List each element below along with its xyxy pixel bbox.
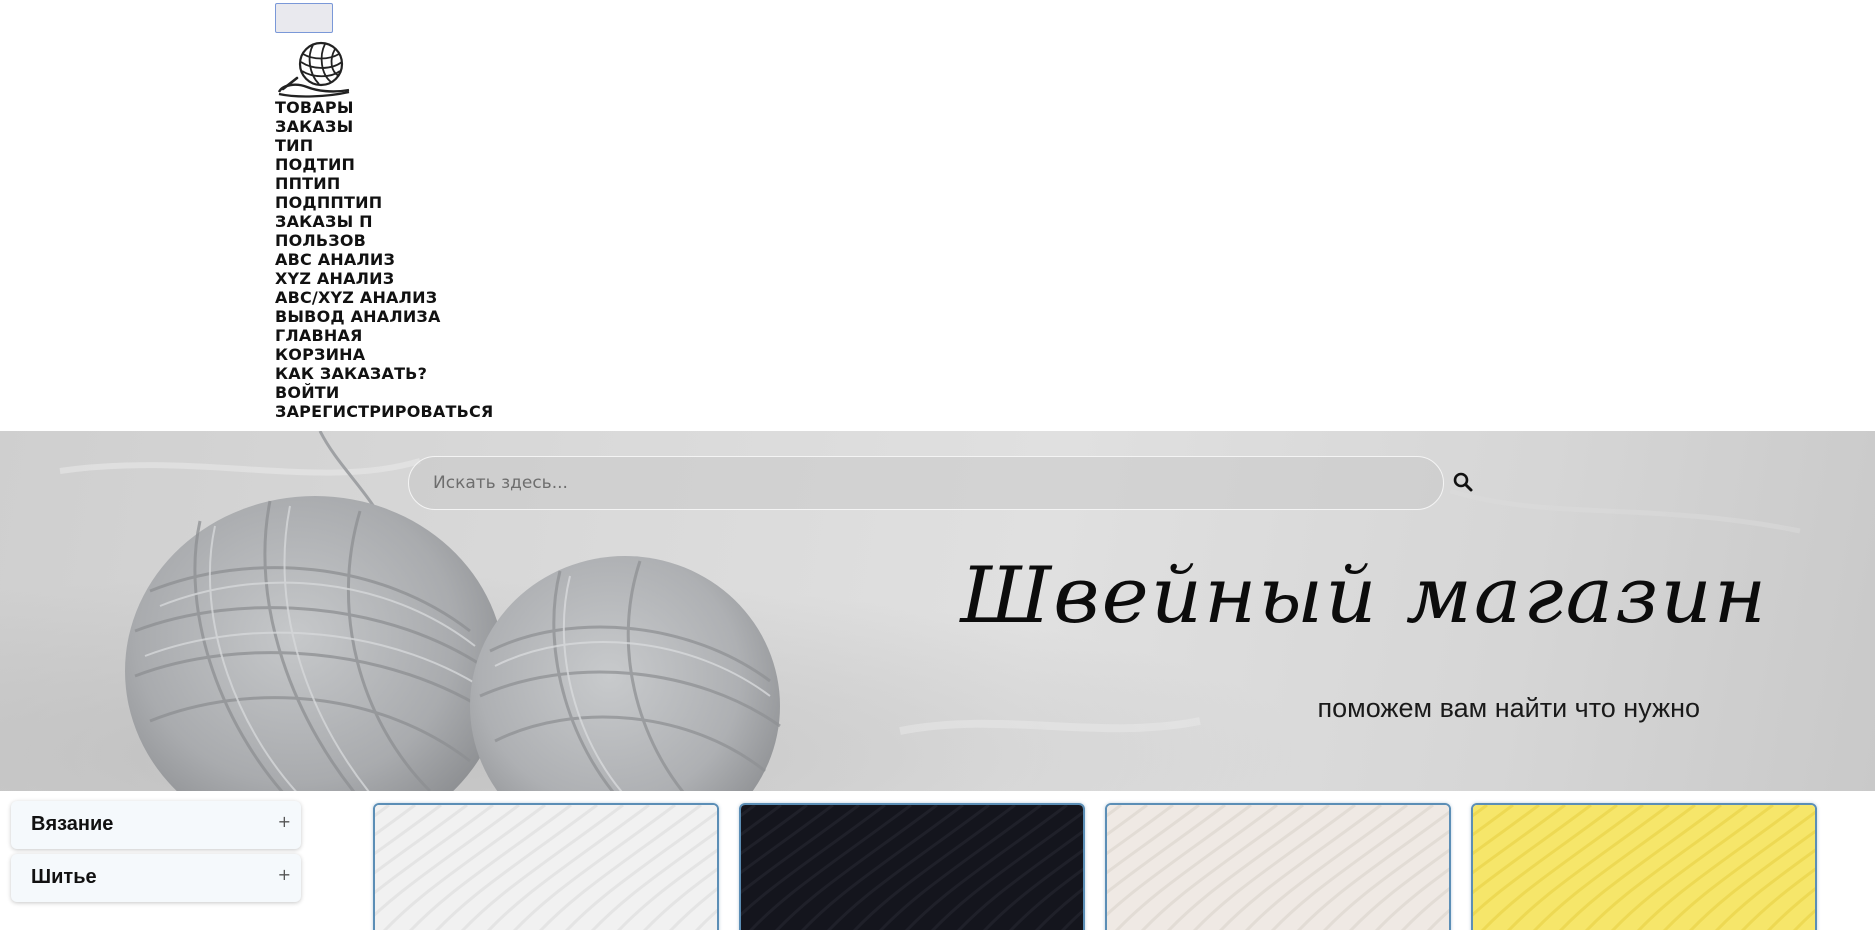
nav-item-home[interactable]: ГЛАВНАЯ [275, 326, 363, 345]
product-card[interactable] [373, 803, 719, 930]
product-image [741, 805, 1083, 930]
product-card[interactable] [1105, 803, 1451, 930]
product-card[interactable] [1471, 803, 1817, 930]
search-input[interactable] [408, 456, 1444, 510]
nav-item-tip[interactable]: ТИП [275, 136, 313, 155]
yarn-ball-logo-icon [277, 41, 350, 98]
nav-item-pptip[interactable]: ППТИП [275, 174, 340, 193]
nav-item: ЗАКАЗЫ [275, 117, 493, 136]
nav-item-cart[interactable]: КОРЗИНА [275, 345, 365, 364]
nav-item: ABC АНАЛИЗ [275, 250, 493, 269]
product-image [1473, 805, 1815, 930]
hero-subtitle: поможем вам найти что нужно [1317, 693, 1700, 723]
nav-item-zakazy-p[interactable]: ЗАКАЗЫ П [275, 212, 373, 231]
search-bar [408, 456, 1473, 510]
expand-plus-icon[interactable]: + [278, 865, 291, 884]
nav-item-polzov[interactable]: ПОЛЬЗОВ [275, 231, 366, 250]
nav-item: ABC/XYZ АНАЛИЗ [275, 288, 493, 307]
hero-title: Швейный магазин [960, 551, 1769, 641]
nav-item: ЗАКАЗЫ П [275, 212, 493, 231]
category-label: Шитье [31, 866, 97, 888]
search-icon [1453, 472, 1473, 492]
page: ТОВАРЫ ЗАКАЗЫ ТИП ПОДТИП ППТИП ПОДППТИП ЗАКАЗЫ… [0, 0, 1875, 930]
nav-item-abc-xyz-analysis[interactable]: ABC/XYZ АНАЛИЗ [275, 288, 437, 307]
nav-item-how-to-order[interactable]: КАК ЗАКАЗАТЬ? [275, 364, 427, 383]
nav-item: ГЛАВНАЯ [275, 326, 493, 345]
nav-item: ТИП [275, 136, 493, 155]
nav-item-analysis-output[interactable]: ВЫВОД АНАЛИЗА [275, 307, 441, 326]
product-card[interactable] [739, 803, 1085, 930]
nav-item-register[interactable]: ЗАРЕГИСТРИРОВАТЬСЯ [275, 402, 493, 421]
nav-item-podtip[interactable]: ПОДТИП [275, 155, 355, 174]
product-grid [373, 803, 1823, 930]
nav-item-zakazy[interactable]: ЗАКАЗЫ [275, 117, 353, 136]
nav-item: ВЫВОД АНАЛИЗА [275, 307, 493, 326]
nav-item-xyz-analysis[interactable]: XYZ АНАЛИЗ [275, 269, 394, 288]
nav-item-tovary[interactable]: ТОВАРЫ [275, 98, 354, 117]
nav-item: ПОДТИП [275, 155, 493, 174]
product-image [375, 805, 717, 930]
category-accordion-item[interactable]: Шитье + [11, 854, 301, 902]
nav-item: ВОЙТИ [275, 383, 493, 402]
search-button[interactable] [1450, 469, 1478, 497]
category-label: Вязание [31, 813, 114, 835]
nav-item: ПОЛЬЗОВ [275, 231, 493, 250]
logo-link[interactable] [277, 40, 353, 98]
nav-item: ЗАРЕГИСТРИРОВАТЬСЯ [275, 402, 493, 421]
expand-plus-icon[interactable]: + [278, 812, 291, 831]
nav-item-login[interactable]: ВОЙТИ [275, 383, 340, 402]
nav-item: КОРЗИНА [275, 345, 493, 364]
nav-item: ТОВАРЫ [275, 98, 493, 117]
product-image [1107, 805, 1449, 930]
nav-item: КАК ЗАКАЗАТЬ? [275, 364, 493, 383]
nav-item: ППТИП [275, 174, 493, 193]
hero-banner: Швейный магазин поможем вам найти что ну… [0, 431, 1875, 791]
nav-item: ПОДППТИП [275, 193, 493, 212]
nav-list: ТОВАРЫ ЗАКАЗЫ ТИП ПОДТИП ППТИП ПОДППТИП ЗАКАЗЫ… [275, 98, 493, 421]
category-accordion-item[interactable]: Вязание + [11, 801, 301, 849]
nav-item-abc-analysis[interactable]: ABC АНАЛИЗ [275, 250, 395, 269]
category-sidebar: Вязание + Шитье + [11, 801, 301, 907]
nav-item-podpptip[interactable]: ПОДППТИП [275, 193, 382, 212]
menu-toggle-button[interactable] [275, 3, 333, 33]
nav-item: XYZ АНАЛИЗ [275, 269, 493, 288]
